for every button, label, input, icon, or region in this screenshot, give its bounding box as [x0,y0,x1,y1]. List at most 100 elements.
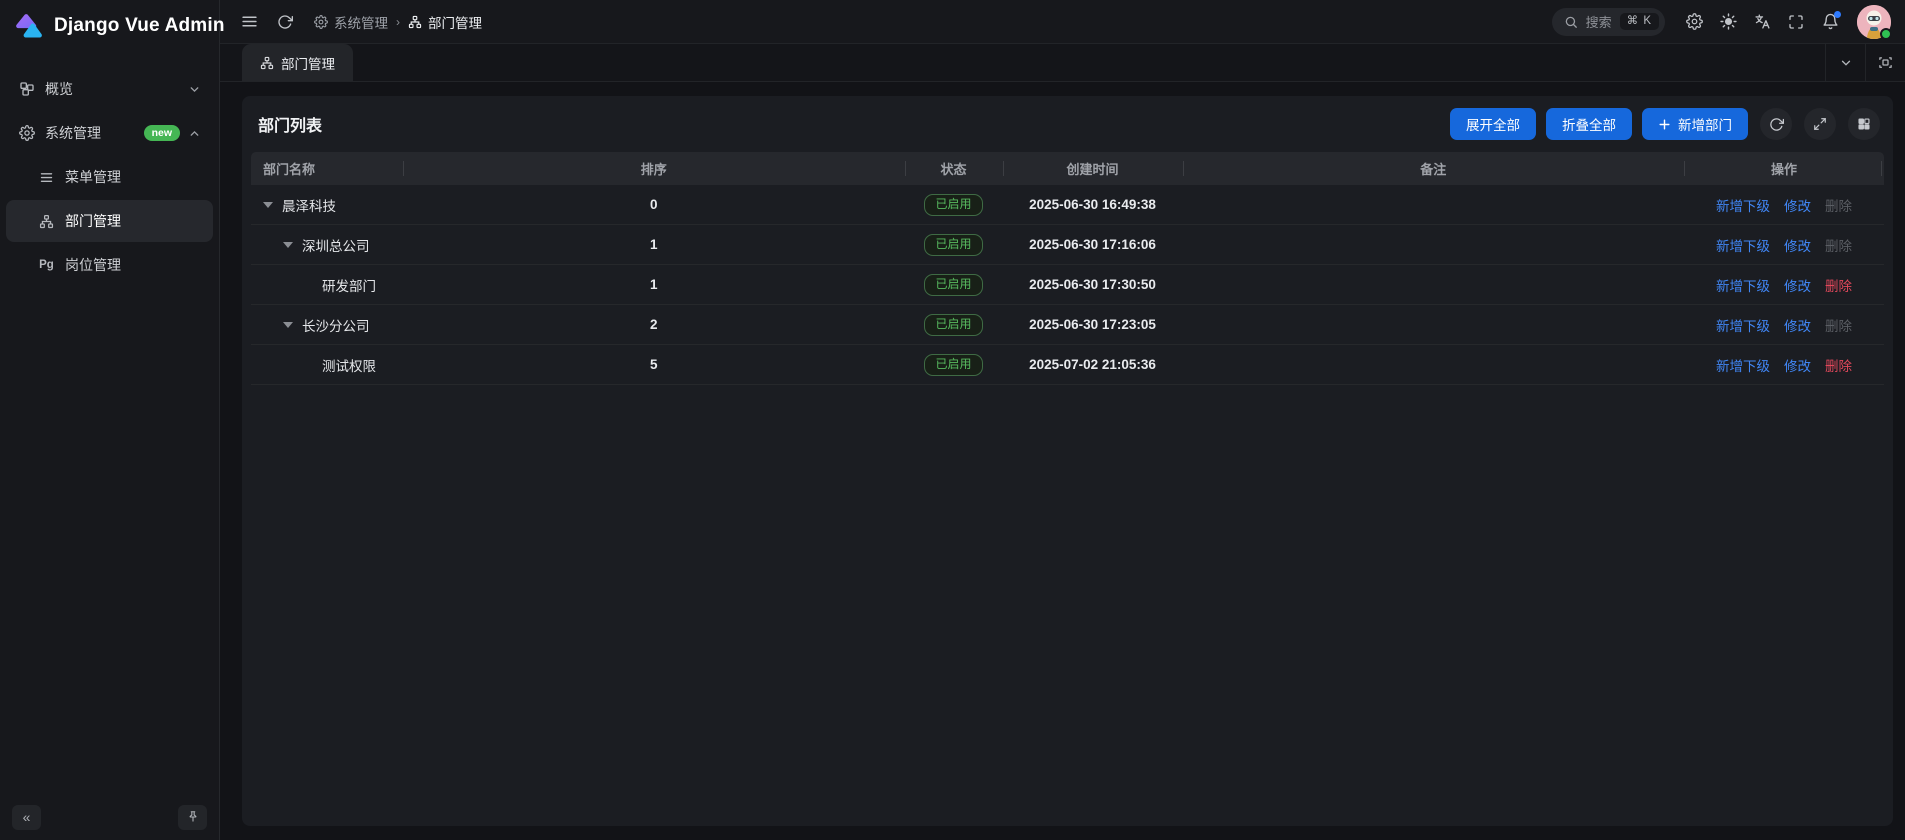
logo[interactable]: Django Vue Admin [0,0,219,52]
created-time: 2025-06-30 17:30:50 [1029,277,1156,292]
actions-cell: 新增下级修改删除 [1684,305,1884,344]
add-child-link[interactable]: 新增下级 [1716,315,1770,335]
column-header-name[interactable]: 部门名称 [251,152,403,185]
content-area: 部门列表 展开全部 折叠全部 新增部门 [220,82,1905,840]
sidebar-menu: 概览 系统管理 new [0,52,219,286]
breadcrumb-label: 系统管理 [334,12,388,32]
status-cell: 已启用 [905,265,1003,304]
delete-link[interactable]: 删除 [1825,355,1852,375]
edit-link[interactable]: 修改 [1784,355,1811,375]
sort-cell: 1 [403,265,905,304]
breadcrumb-separator: › [396,15,400,29]
add-child-link[interactable]: 新增下级 [1716,275,1770,295]
toolbar: 展开全部 折叠全部 新增部门 [1450,108,1880,140]
pin-icon[interactable] [178,805,207,830]
sort-value: 1 [650,277,658,292]
new-badge: new [144,125,180,141]
created-time: 2025-06-30 17:23:05 [1029,317,1156,332]
sidebar-collapse-button[interactable]: « [12,805,41,830]
sidebar-item-overview[interactable]: 概览 [6,68,213,110]
dept-name: 研发部门 [322,275,376,295]
delete-link[interactable]: 删除 [1825,275,1852,295]
pg-icon: Pg [38,257,55,274]
dept-name: 晨泽科技 [282,195,336,215]
hamburger-menu-icon[interactable] [234,7,264,37]
menu-lines-icon [38,169,55,186]
remark-cell [1183,305,1685,344]
sort-cell: 1 [403,225,905,264]
search-icon [1564,15,1578,29]
settings-gear-icon[interactable] [1679,7,1709,37]
notification-bell-icon[interactable] [1815,7,1845,37]
dept-table: 部门名称 排序 状态 创建时间 备注 操作 晨泽科技0已启用2025-06-30… [251,152,1884,817]
edit-link[interactable]: 修改 [1784,235,1811,255]
column-header-actions[interactable]: 操作 [1684,152,1884,185]
tab-dept-mgmt[interactable]: 部门管理 [242,44,353,81]
tabbar-controls [1825,44,1905,81]
table-fullscreen-icon[interactable] [1804,108,1836,140]
column-header-status[interactable]: 状态 [905,152,1003,185]
delete-link: 删除 [1825,235,1852,255]
translate-icon[interactable] [1747,7,1777,37]
row-expander-icon[interactable] [263,202,273,208]
refresh-icon[interactable] [270,7,300,37]
status-cell: 已启用 [905,225,1003,264]
edit-link[interactable]: 修改 [1784,315,1811,335]
status-cell: 已启用 [905,305,1003,344]
remark-cell [1183,225,1685,264]
sidebar-item-label: 岗位管理 [65,255,121,275]
tab-list-chevron-icon[interactable] [1825,44,1865,81]
app-logo-icon [14,13,44,40]
tab-label: 部门管理 [281,53,335,73]
table-refresh-icon[interactable] [1760,108,1792,140]
sidebar-item-system[interactable]: 系统管理 new [6,112,213,154]
sort-value: 1 [650,237,658,252]
delete-link: 删除 [1825,315,1852,335]
sidebar-item-post-mgmt[interactable]: Pg 岗位管理 [6,244,213,286]
row-expander-icon[interactable] [283,322,293,328]
fullscreen-icon[interactable] [1781,7,1811,37]
breadcrumb-item-system[interactable]: 系统管理 [314,12,388,32]
edit-link[interactable]: 修改 [1784,275,1811,295]
main-area: 系统管理 › 部门管理 [220,0,1905,840]
dept-name-cell: 测试权限 [251,345,403,384]
add-dept-button[interactable]: 新增部门 [1642,108,1748,140]
org-chart-icon [38,213,55,230]
status-cell: 已启用 [905,185,1003,224]
sort-cell: 5 [403,345,905,384]
dept-name-cell: 晨泽科技 [251,185,403,224]
edit-link[interactable]: 修改 [1784,195,1811,215]
breadcrumb-label: 部门管理 [428,12,482,32]
app-title: Django Vue Admin [54,15,225,37]
expand-all-button[interactable]: 展开全部 [1450,108,1536,140]
sidebar: Django Vue Admin 概览 [0,0,220,840]
search-input[interactable]: 搜索 ⌘ K [1552,8,1665,36]
avatar[interactable] [1857,5,1891,39]
dept-name: 深圳总公司 [302,235,370,255]
org-chart-icon [408,15,422,29]
dept-name-cell: 长沙分公司 [251,305,403,344]
status-badge: 已启用 [924,274,982,296]
column-header-remark[interactable]: 备注 [1183,152,1685,185]
page-title: 部门列表 [258,112,322,136]
column-header-created[interactable]: 创建时间 [1003,152,1183,185]
add-child-link[interactable]: 新增下级 [1716,355,1770,375]
dept-name: 长沙分公司 [302,315,370,335]
created-cell: 2025-07-02 21:05:36 [1003,345,1183,384]
dept-name-cell: 深圳总公司 [251,225,403,264]
breadcrumb-item-dept[interactable]: 部门管理 [408,12,482,32]
collapse-all-button[interactable]: 折叠全部 [1546,108,1632,140]
gear-icon [18,125,35,142]
add-child-link[interactable]: 新增下级 [1716,195,1770,215]
row-expander-icon[interactable] [283,242,293,248]
status-badge: 已启用 [924,234,982,256]
add-child-link[interactable]: 新增下级 [1716,235,1770,255]
actions-cell: 新增下级修改删除 [1684,225,1884,264]
dashboard-icon [18,81,35,98]
sidebar-item-dept-mgmt[interactable]: 部门管理 [6,200,213,242]
tab-maximize-icon[interactable] [1865,44,1905,81]
column-settings-icon[interactable] [1848,108,1880,140]
theme-sun-icon[interactable] [1713,7,1743,37]
sidebar-item-menu-mgmt[interactable]: 菜单管理 [6,156,213,198]
column-header-sort[interactable]: 排序 [403,152,905,185]
